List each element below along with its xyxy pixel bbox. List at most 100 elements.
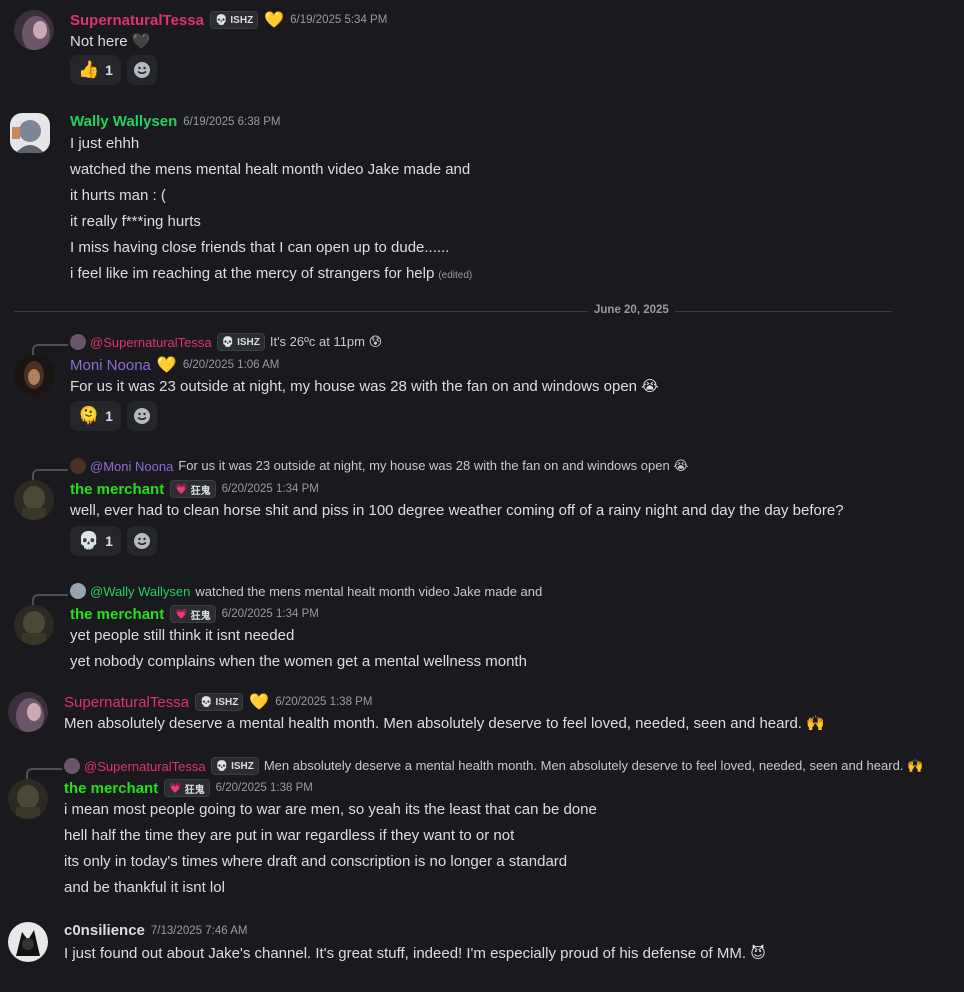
reaction-bar: 👍 1 — [70, 55, 157, 85]
message-text: its only in today's times where draft an… — [64, 853, 568, 870]
author-name[interactable]: SupernaturalTessa — [64, 694, 189, 711]
heart-icon: 💛 — [249, 694, 270, 711]
thumbs-up-icon: 👍 — [78, 60, 100, 79]
avatar[interactable] — [8, 692, 48, 732]
reply-author[interactable]: @SupernaturalTessa — [84, 759, 206, 774]
guild-tag[interactable]: 💀 ISHZ — [195, 693, 244, 711]
reply-spine — [32, 344, 68, 356]
avatar[interactable] — [14, 480, 54, 520]
avatar[interactable] — [8, 922, 48, 962]
message-text: watched the mens mental healt month vide… — [70, 161, 471, 178]
heart-icon: 💗 — [175, 608, 188, 620]
message-header: c0nsilience 7/13/2025 7:46 AM — [64, 922, 247, 939]
timestamp[interactable]: 6/19/2025 6:38 PM — [183, 116, 280, 128]
heart-icon: 💗 — [175, 483, 188, 495]
timestamp[interactable]: 6/20/2025 1:38 PM — [275, 696, 372, 708]
reply-spine — [32, 469, 68, 481]
avatar[interactable] — [14, 355, 54, 395]
message-header: SupernaturalTessa 💀 ISHZ 💛 6/20/2025 1:38… — [64, 692, 372, 712]
heart-icon: 💗 — [169, 782, 182, 794]
message-text: and be thankful it isnt lol — [64, 879, 225, 896]
author-name[interactable]: the merchant — [70, 606, 164, 623]
avatar — [70, 458, 86, 474]
heart-icon: 💛 — [264, 12, 285, 29]
reaction-button[interactable]: 💀 1 — [70, 526, 121, 556]
author-name[interactable]: SupernaturalTessa — [70, 12, 204, 29]
avatar[interactable] — [14, 605, 54, 645]
avatar[interactable] — [8, 779, 48, 819]
avatar[interactable] — [10, 113, 50, 153]
message-header: the merchant 💗 狂鬼 6/20/2025 1:34 PM — [70, 605, 319, 623]
melting-face-icon: 🫠 — [78, 406, 100, 425]
reply-author[interactable]: @Moni Noona — [90, 459, 173, 474]
guild-tag: 💀 ISHZ — [216, 333, 265, 351]
guild-tag[interactable]: 💗 狂鬼 — [164, 779, 210, 797]
reply-preview[interactable]: @SupernaturalTessa 💀 ISHZ It's 26ºc at 11… — [70, 333, 382, 351]
message-header: Moni Noona 💛 6/20/2025 1:06 AM — [70, 355, 279, 375]
avatar — [70, 583, 86, 599]
message-text: yet nobody complains when the women get … — [70, 653, 527, 670]
date-divider-label: June 20, 2025 — [588, 304, 675, 316]
avatar — [64, 758, 80, 774]
message-header: the merchant 💗 狂鬼 6/20/2025 1:34 PM — [70, 480, 319, 498]
message-header: SupernaturalTessa 💀 ISHZ 💛 6/19/2025 5:34… — [70, 10, 387, 30]
reply-author[interactable]: @SupernaturalTessa — [90, 335, 212, 350]
message-text: I just ehhh — [70, 135, 140, 152]
reply-spine — [26, 768, 62, 780]
timestamp[interactable]: 6/20/2025 1:34 PM — [222, 608, 319, 620]
message-text: For us it was 23 outside at night, my ho… — [70, 378, 659, 395]
message-text: Not here 🖤 — [70, 33, 151, 50]
add-reaction-button[interactable] — [126, 55, 157, 85]
date-divider — [14, 311, 892, 312]
timestamp[interactable]: 6/20/2025 1:06 AM — [183, 359, 280, 371]
add-reaction-button[interactable] — [126, 526, 157, 556]
reply-spine — [32, 594, 68, 606]
message-text: well, ever had to clean horse shit and p… — [70, 502, 844, 519]
guild-tag[interactable]: 💗 狂鬼 — [170, 480, 216, 498]
message-header: Wally Wallysen 6/19/2025 6:38 PM — [70, 113, 280, 130]
reaction-bar: 💀 1 — [70, 526, 157, 556]
reaction-bar: 🫠 1 — [70, 401, 157, 431]
message-text: i feel like im reaching at the mercy of … — [70, 265, 473, 282]
message-text: it hurts man : ( — [70, 187, 166, 204]
message-text: it really f***ing hurts — [70, 213, 201, 230]
guild-tag[interactable]: 💗 狂鬼 — [170, 605, 216, 623]
avatar[interactable] — [14, 10, 54, 50]
skull-icon: 💀 — [214, 14, 228, 26]
author-name[interactable]: Wally Wallysen — [70, 113, 177, 130]
author-name[interactable]: Moni Noona — [70, 357, 151, 374]
timestamp[interactable]: 7/13/2025 7:46 AM — [151, 925, 248, 937]
reply-preview[interactable]: @Wally Wallysen watched the mens mental … — [70, 583, 542, 599]
reply-author[interactable]: @Wally Wallysen — [90, 584, 190, 599]
message-text: yet people still think it isnt needed — [70, 627, 295, 644]
author-name[interactable]: the merchant — [64, 780, 158, 797]
author-name[interactable]: the merchant — [70, 481, 164, 498]
add-reaction-button[interactable] — [126, 401, 157, 431]
message-header: the merchant 💗 狂鬼 6/20/2025 1:38 PM — [64, 779, 313, 797]
guild-tag[interactable]: 💀 ISHZ — [209, 11, 259, 29]
author-name[interactable]: c0nsilience — [64, 922, 145, 939]
message-text: I miss having close friends that I can o… — [70, 239, 450, 256]
message-text: Men absolutely deserve a mental health m… — [64, 715, 825, 732]
reaction-button[interactable]: 👍 1 — [70, 55, 121, 85]
reply-preview[interactable]: @Moni Noona For us it was 23 outside at … — [70, 458, 689, 474]
skull-icon: 💀 — [215, 760, 229, 772]
timestamp[interactable]: 6/19/2025 5:34 PM — [290, 14, 387, 26]
message-text: I just found out about Jake's channel. I… — [64, 945, 766, 962]
edited-label: (edited) — [438, 270, 473, 281]
smiley-icon — [133, 533, 150, 549]
skull-icon: 💀 — [221, 336, 235, 348]
avatar — [70, 334, 86, 350]
reply-text: watched the mens mental healt month vide… — [195, 583, 543, 599]
smiley-icon — [133, 62, 150, 78]
reaction-button[interactable]: 🫠 1 — [70, 401, 121, 431]
skull-icon: 💀 — [200, 696, 213, 708]
message-text: i mean most people going to war are men,… — [64, 801, 597, 818]
reply-text: It's 26ºc at 11pm 😰 — [269, 334, 383, 349]
smiley-icon — [133, 408, 150, 424]
timestamp[interactable]: 6/20/2025 1:34 PM — [222, 483, 319, 495]
guild-tag: 💀 ISHZ — [210, 757, 259, 775]
reply-preview[interactable]: @SupernaturalTessa 💀 ISHZ Men absolutely … — [64, 757, 923, 775]
timestamp[interactable]: 6/20/2025 1:38 PM — [216, 782, 313, 794]
message-text: hell half the time they are put in war r… — [64, 827, 515, 844]
